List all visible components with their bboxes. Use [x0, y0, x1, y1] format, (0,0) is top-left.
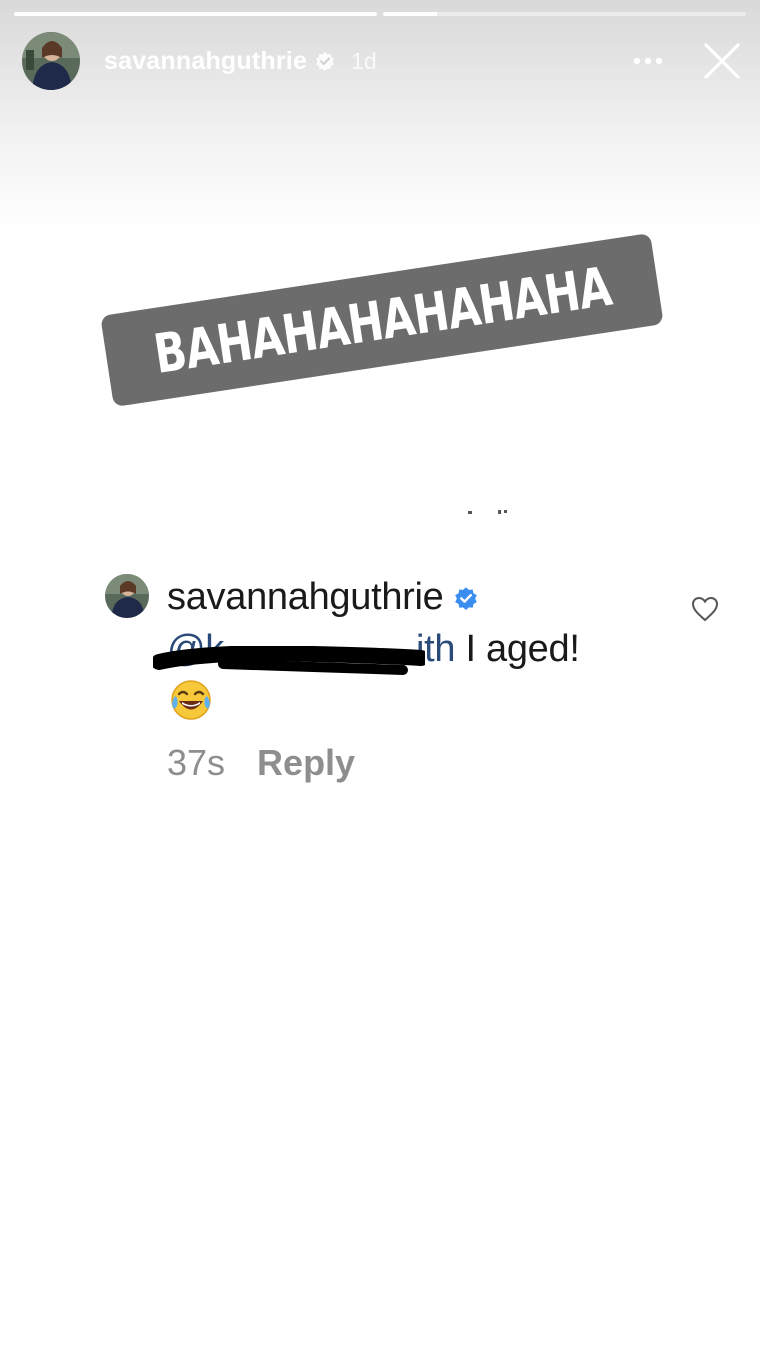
story-timestamp: 1d [351, 47, 377, 74]
story-progress [14, 12, 746, 16]
text-sticker: BAHAHAHAHAHAHA [100, 232, 664, 408]
sticker-text: BAHAHAHAHAHAHA [149, 254, 615, 386]
cropped-text-fragment [468, 510, 507, 514]
comment-time: 37s [167, 742, 226, 783]
progress-fill [383, 12, 438, 16]
laughing-tears-emoji-icon [171, 680, 211, 720]
verified-badge-icon [454, 586, 477, 610]
verified-badge-icon [316, 52, 335, 71]
comment-username[interactable]: savannahguthrie [167, 576, 444, 619]
progress-segment [383, 12, 746, 16]
more-options-icon[interactable] [632, 56, 664, 66]
avatar[interactable] [22, 32, 80, 90]
comment-body: I aged! [455, 628, 580, 670]
comment-header: savannahguthrie [167, 576, 478, 619]
like-heart-icon[interactable] [691, 596, 719, 622]
progress-segment [14, 12, 377, 16]
reply-button[interactable]: Reply [257, 742, 355, 784]
progress-fill [14, 12, 377, 16]
redaction-scribble [153, 646, 425, 675]
comment-meta: 37s Reply [167, 742, 355, 784]
story-header: savannahguthrie 1d [22, 32, 742, 90]
avatar[interactable] [105, 574, 149, 618]
story-username[interactable]: savannahguthrie [104, 47, 307, 76]
close-icon[interactable] [702, 41, 742, 81]
